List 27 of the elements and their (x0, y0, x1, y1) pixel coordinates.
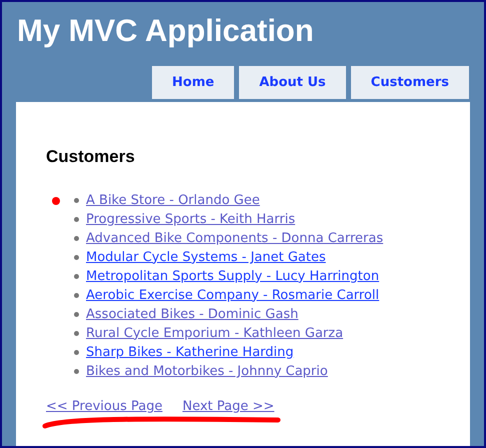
customer-link[interactable]: Rural Cycle Emporium - Kathleen Garza (86, 324, 344, 344)
nav-tab[interactable]: Customers (350, 66, 469, 99)
bullet-icon (74, 255, 79, 260)
customer-link[interactable]: Associated Bikes - Dominic Gash (86, 304, 298, 324)
pager-link[interactable]: Next Page >> (182, 397, 274, 416)
bullet-icon (74, 274, 79, 279)
customer-link[interactable]: Progressive Sports - Keith Harris (86, 210, 296, 230)
customer-link[interactable]: Sharp Bikes - Katherine Harding (86, 342, 294, 362)
bullet-icon (74, 217, 79, 222)
customer-link[interactable]: Metropolitan Sports Supply - Lucy Harrington (86, 266, 380, 286)
bullet-icon (74, 369, 79, 374)
bullet-icon (74, 198, 79, 203)
page-heading: Customers (46, 148, 135, 165)
nav-tab[interactable]: Home (152, 66, 234, 99)
customer-link[interactable]: A Bike Store - Orlando Gee (86, 190, 260, 210)
customer-link[interactable]: Advanced Bike Components - Donna Carreras (86, 228, 384, 248)
bullet-icon (74, 312, 79, 317)
site-title: My MVC Application (17, 15, 314, 46)
bullet-icon (74, 236, 79, 241)
bullet-icon (74, 350, 79, 355)
bullet-icon (74, 293, 79, 298)
customer-link[interactable]: Aerobic Exercise Company - Rosmarie Carroll (86, 286, 380, 306)
nav-tab[interactable]: About Us (239, 66, 346, 99)
customer-link[interactable]: Bikes and Motorbikes - Johnny Caprio (86, 362, 328, 382)
bullet-icon (74, 331, 79, 336)
pager-link[interactable]: << Previous Page (46, 397, 162, 416)
customer-link[interactable]: Modular Cycle Systems - Janet Gates (86, 248, 326, 268)
